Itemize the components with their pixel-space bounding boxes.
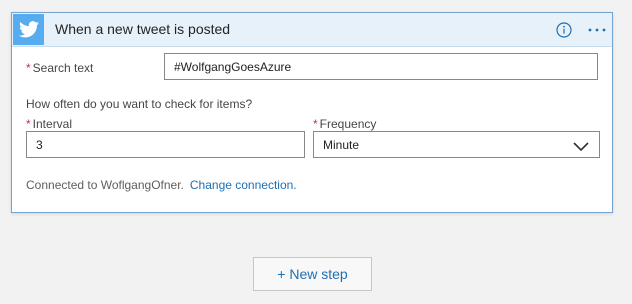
search-text-input[interactable]: #WolfgangGoesAzure — [164, 53, 598, 80]
search-text-label: * Search text — [26, 61, 93, 75]
interval-input[interactable]: 3 — [26, 131, 305, 158]
card-title: When a new tweet is posted — [55, 21, 231, 37]
new-step-button[interactable]: + New step — [253, 257, 372, 291]
designer-canvas: When a new tweet is posted * Search text … — [0, 0, 632, 304]
frequency-value: Minute — [323, 137, 360, 152]
connection-text: Connected to WoflgangOfner. — [26, 178, 184, 192]
interval-label: * Interval — [26, 117, 72, 131]
frequency-select[interactable]: Minute — [313, 131, 600, 158]
interval-label-text: Interval — [32, 117, 73, 131]
search-text-label-text: Search text — [32, 61, 94, 75]
required-marker: * — [26, 117, 31, 131]
required-marker: * — [313, 117, 318, 131]
search-text-value: #WolfgangGoesAzure — [174, 59, 292, 74]
info-button[interactable] — [555, 21, 572, 38]
frequency-label: * Frequency — [313, 117, 376, 131]
more-options-button[interactable] — [586, 21, 608, 38]
twitter-icon — [18, 21, 39, 38]
ellipsis-icon — [588, 28, 606, 31]
info-icon — [555, 21, 572, 38]
twitter-tile — [13, 14, 44, 45]
connection-info: Connected to WoflgangOfner. Change connec… — [26, 178, 297, 192]
frequency-label-text: Frequency — [319, 117, 377, 131]
trigger-card: When a new tweet is posted * Search text … — [11, 12, 613, 213]
required-marker: * — [26, 61, 31, 75]
card-header[interactable]: When a new tweet is posted — [12, 13, 612, 47]
change-connection-link[interactable]: Change connection. — [190, 178, 297, 192]
chevron-down-icon — [573, 142, 589, 152]
interval-value: 3 — [36, 137, 43, 152]
check-frequency-question: How often do you want to check for items… — [26, 97, 253, 111]
